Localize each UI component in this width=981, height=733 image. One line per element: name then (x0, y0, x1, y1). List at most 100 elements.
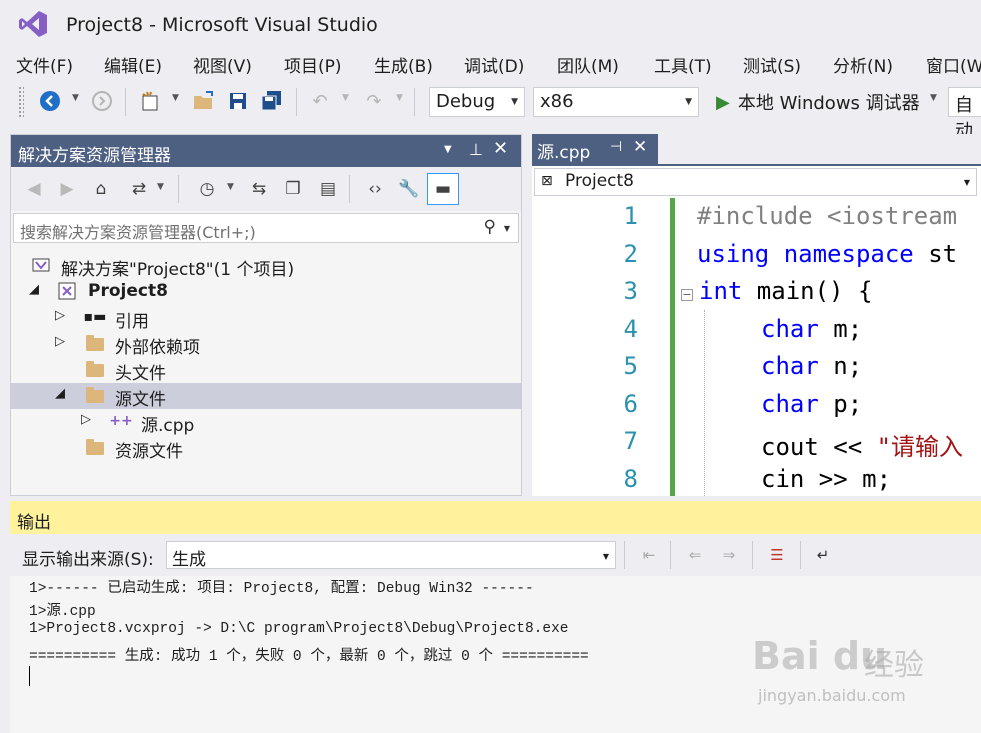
switch-views-icon[interactable]: ⇄ (127, 177, 151, 201)
solution-auto-select[interactable]: 自动 (948, 87, 981, 142)
run-label: 本地 Windows 调试器 (737, 93, 920, 114)
output-line: 1>Project8.vcxproj -> D:\C program\Proje… (29, 621, 569, 637)
previous-message-icon[interactable]: ⇐ (684, 544, 706, 566)
code-token: "请输入 (876, 433, 964, 461)
project-navigation-select[interactable]: ⊠ Project8 ▼ (534, 168, 977, 196)
output-toolbar: 显示输出来源(S): 生成 ▼ ⇤ ⇐ ⇒ ☰ ↵ (10, 535, 981, 575)
chevron-down-icon: ▼ (963, 178, 970, 187)
toolbar-separator (624, 541, 625, 569)
navigate-forward-icon[interactable] (90, 89, 114, 113)
cpp-project-icon: ⊠ (541, 173, 553, 189)
toolbar-separator (296, 88, 297, 116)
menu-edit[interactable]: 编辑(E) (104, 52, 162, 77)
view-code-icon[interactable]: ‹› (363, 177, 387, 201)
menu-view[interactable]: 视图(V) (193, 52, 252, 77)
collapsed-arrow-icon[interactable]: ▷ (81, 412, 91, 427)
search-options-dropdown-icon[interactable]: ▼ (504, 224, 510, 233)
cpp-file-icon: ++ (109, 413, 133, 429)
show-all-files-icon[interactable]: ▤ (316, 177, 340, 201)
home-icon[interactable]: ⌂ (89, 177, 113, 201)
next-message-icon[interactable]: ⇒ (718, 544, 740, 566)
close-tab-icon[interactable]: ✕ (633, 137, 647, 157)
line-number: 4 (623, 315, 638, 343)
menu-test[interactable]: 测试(S) (743, 52, 801, 77)
text-caret (29, 666, 30, 686)
redo-dropdown-icon[interactable]: ▼ (396, 93, 403, 103)
code-line: using namespace st (697, 240, 957, 268)
pin-tab-icon[interactable]: ⊣ (610, 139, 622, 155)
tree-item-solution[interactable]: 解决方案"Project8"(1 个项目) (11, 253, 521, 280)
filter-folder-icon (85, 437, 105, 457)
menu-debug[interactable]: 调试(D) (464, 52, 524, 77)
title-bar: Project8 - Microsoft Visual Studio (0, 0, 981, 48)
code-area[interactable]: − 1 2 3 4 5 6 7 8 #include <iostream usi… (532, 198, 981, 496)
navigate-back-icon[interactable] (38, 89, 62, 113)
search-icon[interactable]: ⚲ (484, 217, 496, 237)
sync-with-active-document-icon[interactable]: ⇆ (247, 177, 271, 201)
configuration-value: Debug (436, 91, 496, 112)
collapsed-arrow-icon[interactable]: ▷ (55, 308, 65, 323)
find-message-in-code-icon[interactable]: ⇤ (638, 544, 660, 566)
tree-item-source-cpp[interactable]: ▷ ++ 源.cpp (11, 409, 521, 436)
chevron-down-icon: ▼ (602, 552, 609, 561)
output-source-value: 生成 (172, 550, 206, 570)
outline-collapse-icon[interactable]: − (681, 289, 693, 301)
save-icon[interactable] (226, 89, 250, 113)
undo-dropdown-icon[interactable]: ▼ (342, 93, 349, 103)
solution-configuration-select[interactable]: Debug ▼ (429, 87, 525, 117)
window-position-dropdown-icon[interactable]: ▼ (444, 144, 452, 155)
undo-icon[interactable]: ↶ (308, 89, 332, 113)
tree-item-source-files[interactable]: ◢ 源文件 (11, 383, 521, 410)
tree-item-resource-files[interactable]: 资源文件 (11, 435, 521, 462)
collapsed-arrow-icon[interactable]: ▷ (55, 334, 65, 349)
run-dropdown-icon[interactable]: ▼ (930, 93, 937, 103)
menu-team[interactable]: 团队(M) (557, 52, 619, 77)
toolbar-grip[interactable] (18, 86, 24, 118)
save-all-icon[interactable] (260, 89, 284, 113)
visual-studio-logo-icon (19, 11, 47, 37)
menu-analyze[interactable]: 分析(N) (833, 52, 893, 77)
tree-item-label: Project8 (88, 281, 168, 301)
tree-item-references[interactable]: ▷ ▪▬ 引用 (11, 305, 521, 332)
expanded-arrow-icon[interactable]: ◢ (55, 386, 65, 401)
pin-icon[interactable]: ⊥ (469, 140, 483, 159)
tree-item-external-dependencies[interactable]: ▷ 外部依赖项 (11, 331, 521, 358)
expanded-arrow-icon[interactable]: ◢ (29, 282, 39, 297)
forward-icon[interactable]: ▶ (55, 177, 79, 201)
switch-views-dropdown-icon[interactable]: ▼ (157, 182, 164, 192)
line-number: 8 (623, 465, 638, 493)
pending-changes-filter-icon[interactable]: ◷ (195, 177, 219, 201)
tree-item-header-files[interactable]: 头文件 (11, 357, 521, 384)
code-token: m; (818, 315, 863, 343)
start-debugging-button[interactable]: ▶ 本地 Windows 调试器 (716, 88, 920, 116)
nav-project-value: Project8 (565, 171, 634, 191)
solution-platform-select[interactable]: x86 ▼ (533, 87, 699, 117)
back-icon[interactable]: ◀ (22, 177, 46, 201)
code-line: char m; (761, 315, 862, 343)
output-line: ========== 生成: 成功 1 个，失败 0 个，最新 0 个，跳过 0… (29, 649, 589, 665)
tree-item-project[interactable]: ◢ Project8 (11, 279, 521, 305)
back-dropdown-icon[interactable]: ▼ (72, 93, 79, 103)
redo-icon[interactable]: ↷ (362, 89, 386, 113)
preview-selected-items-icon[interactable]: ▬ (427, 173, 459, 205)
filter-dropdown-icon[interactable]: ▼ (227, 182, 234, 192)
line-number: 1 (623, 202, 638, 230)
toggle-word-wrap-icon[interactable]: ↵ (812, 544, 834, 566)
toolbar-separator (800, 541, 801, 569)
properties-wrench-icon[interactable]: 🔧 (397, 177, 421, 201)
close-icon[interactable]: ✕ (493, 138, 508, 159)
menu-window[interactable]: 窗口(W (926, 52, 981, 77)
new-project-icon[interactable] (138, 89, 162, 113)
clear-all-icon[interactable]: ☰ (766, 544, 788, 566)
menu-file[interactable]: 文件(F) (16, 52, 73, 77)
menu-project[interactable]: 项目(P) (284, 52, 342, 77)
output-source-select[interactable]: 生成 ▼ (166, 541, 616, 570)
collapse-all-icon[interactable]: ❐ (281, 177, 305, 201)
code-line: int main() { (699, 277, 872, 305)
new-dropdown-icon[interactable]: ▼ (172, 93, 179, 103)
menu-build[interactable]: 生成(B) (374, 52, 433, 77)
tab-source-cpp[interactable]: 源.cpp ⊣ ✕ (532, 134, 658, 164)
menu-tools[interactable]: 工具(T) (654, 52, 712, 77)
solution-search-input[interactable]: 搜索解决方案资源管理器(Ctrl+;) ⚲ ▼ (13, 213, 519, 243)
open-file-icon[interactable] (192, 89, 216, 113)
